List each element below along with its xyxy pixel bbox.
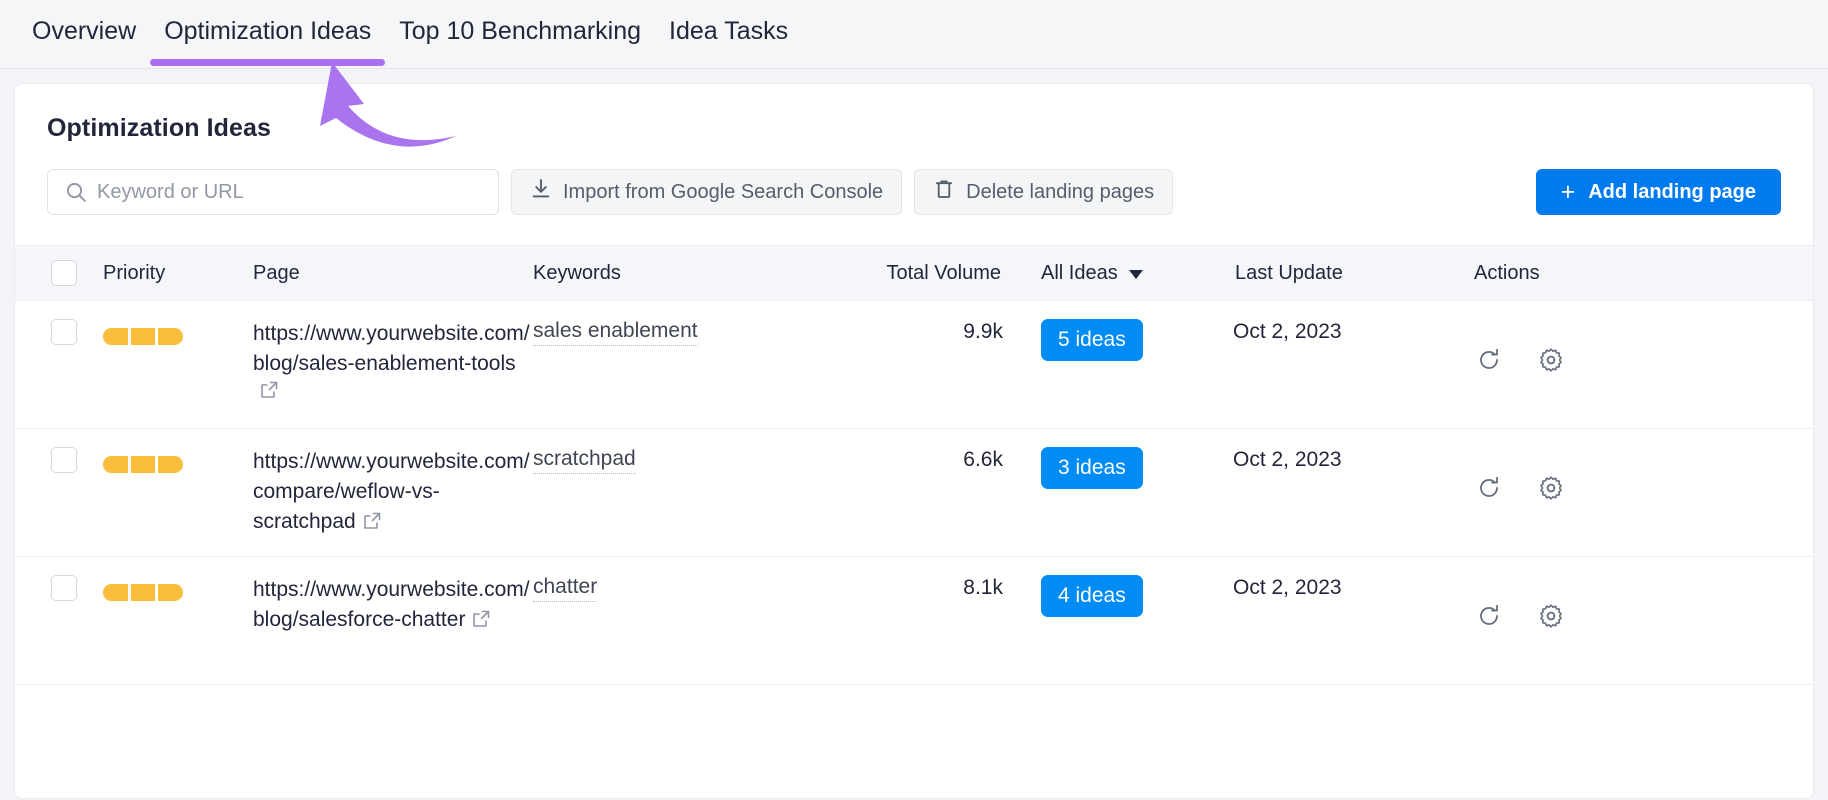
ideas-cell: 3 ideas bbox=[1003, 447, 1233, 542]
tab-optimization-ideas[interactable]: Optimization Ideas bbox=[150, 0, 386, 66]
trash-icon bbox=[933, 178, 955, 206]
search-input[interactable] bbox=[97, 180, 498, 204]
add-landing-page-button[interactable]: + Add landing page bbox=[1535, 169, 1781, 215]
table-header-row: Priority Page Keywords Total Volume All … bbox=[15, 245, 1813, 301]
priority-bar bbox=[103, 584, 184, 601]
ideas-badge[interactable]: 3 ideas bbox=[1041, 447, 1143, 489]
actions-cell bbox=[1448, 447, 1813, 542]
tab-top-10-benchmarking-label: Top 10 Benchmarking bbox=[399, 17, 642, 45]
column-header-keywords[interactable]: Keywords bbox=[533, 262, 858, 285]
priority-segment bbox=[103, 456, 128, 473]
table-row: https://www.yourwebsite.com/blog/salesfo… bbox=[15, 557, 1813, 685]
tab-idea-tasks-label: Idea Tasks bbox=[669, 17, 789, 45]
optimization-ideas-card: Optimization Ideas Import from Google Se… bbox=[14, 83, 1814, 799]
keyword-link[interactable]: sales enablement bbox=[533, 319, 698, 346]
refresh-icon[interactable] bbox=[1476, 347, 1502, 373]
priority-bar bbox=[103, 456, 184, 473]
select-all-cell bbox=[15, 260, 103, 286]
priority-segment bbox=[158, 328, 184, 345]
priority-cell bbox=[103, 319, 253, 414]
row-checkbox[interactable] bbox=[51, 319, 77, 345]
select-all-checkbox[interactable] bbox=[51, 260, 77, 286]
priority-segment bbox=[103, 584, 128, 601]
row-select-cell bbox=[15, 575, 103, 670]
keywords-cell: scratchpad bbox=[533, 447, 858, 542]
priority-segment bbox=[103, 328, 128, 345]
priority-segment bbox=[130, 328, 156, 345]
add-landing-page-label: Add landing page bbox=[1588, 180, 1756, 203]
external-link-icon[interactable] bbox=[259, 380, 279, 406]
last-update-value: Oct 2, 2023 bbox=[1233, 576, 1342, 599]
ideas-badge[interactable]: 4 ideas bbox=[1041, 575, 1143, 617]
column-header-last-update[interactable]: Last Update bbox=[1233, 262, 1448, 285]
import-button-label: Import from Google Search Console bbox=[563, 180, 884, 203]
column-header-ideas-filter: All Ideas bbox=[1003, 262, 1233, 285]
all-ideas-label: All Ideas bbox=[1041, 261, 1118, 284]
tab-overview-label: Overview bbox=[32, 17, 137, 45]
table-row: https://www.yourwebsite.com/compare/wefl… bbox=[15, 429, 1813, 557]
ideas-cell: 4 ideas bbox=[1003, 575, 1233, 670]
priority-segment bbox=[158, 584, 184, 601]
row-checkbox[interactable] bbox=[51, 447, 77, 473]
keywords-cell: chatter bbox=[533, 575, 858, 670]
keyword-link[interactable]: scratchpad bbox=[533, 447, 636, 474]
row-select-cell bbox=[15, 447, 103, 542]
column-header-total-volume[interactable]: Total Volume bbox=[858, 262, 1003, 285]
gear-icon[interactable] bbox=[1538, 475, 1564, 501]
column-header-actions: Actions bbox=[1474, 261, 1540, 284]
tab-top-10-benchmarking[interactable]: Top 10 Benchmarking bbox=[385, 0, 655, 66]
priority-cell bbox=[103, 575, 253, 670]
active-tab-underline bbox=[150, 59, 386, 66]
total-volume-value: 6.6k bbox=[963, 448, 1003, 471]
tab-bar: Overview Optimization Ideas Top 10 Bench… bbox=[0, 0, 1828, 147]
search-box[interactable] bbox=[47, 169, 499, 215]
toolbar: Import from Google Search Console Delete… bbox=[15, 169, 1813, 245]
delete-landing-pages-button[interactable]: Delete landing pages bbox=[914, 169, 1174, 215]
refresh-icon[interactable] bbox=[1476, 475, 1502, 501]
actions-cell bbox=[1448, 319, 1813, 414]
plus-icon: + bbox=[1560, 177, 1576, 206]
all-ideas-dropdown[interactable]: All Ideas bbox=[1041, 262, 1143, 285]
table-row: https://www.yourwebsite.com/blog/sales-e… bbox=[15, 301, 1813, 429]
column-header-page[interactable]: Page bbox=[253, 262, 533, 285]
external-link-icon[interactable] bbox=[362, 511, 382, 537]
search-icon bbox=[65, 181, 87, 203]
tab-idea-tasks[interactable]: Idea Tasks bbox=[655, 0, 802, 66]
actions-cell bbox=[1448, 575, 1813, 670]
optimization-ideas-table: Priority Page Keywords Total Volume All … bbox=[15, 245, 1813, 685]
last-update-value: Oct 2, 2023 bbox=[1233, 320, 1342, 343]
delete-button-label: Delete landing pages bbox=[966, 180, 1155, 203]
row-select-cell bbox=[15, 319, 103, 414]
page-url-link[interactable]: https://www.yourwebsite.com/blog/sales-e… bbox=[253, 322, 530, 375]
page-title: Optimization Ideas bbox=[47, 114, 272, 142]
priority-segment bbox=[130, 584, 156, 601]
gear-icon[interactable] bbox=[1538, 603, 1564, 629]
keyword-link[interactable]: chatter bbox=[533, 575, 598, 602]
gear-icon[interactable] bbox=[1538, 347, 1564, 373]
page-cell: https://www.yourwebsite.com/blog/salesfo… bbox=[253, 575, 533, 670]
keywords-cell: sales enablement bbox=[533, 319, 858, 414]
priority-bar bbox=[103, 328, 184, 345]
last-update-value: Oct 2, 2023 bbox=[1233, 448, 1342, 471]
priority-cell bbox=[103, 447, 253, 542]
page-cell: https://www.yourwebsite.com/blog/sales-e… bbox=[253, 319, 533, 414]
import-from-google-search-console-button[interactable]: Import from Google Search Console bbox=[511, 169, 903, 215]
total-volume-value: 8.1k bbox=[963, 576, 1003, 599]
priority-segment bbox=[158, 456, 184, 473]
ideas-cell: 5 ideas bbox=[1003, 319, 1233, 414]
page-url-link[interactable]: https://www.yourwebsite.com/compare/wefl… bbox=[253, 450, 530, 533]
column-header-priority[interactable]: Priority bbox=[103, 262, 253, 285]
total-volume-value: 9.9k bbox=[963, 320, 1003, 343]
row-checkbox[interactable] bbox=[51, 575, 77, 601]
external-link-icon[interactable] bbox=[471, 609, 491, 635]
tab-overview[interactable]: Overview bbox=[18, 0, 150, 66]
refresh-icon[interactable] bbox=[1476, 603, 1502, 629]
tab-optimization-ideas-label: Optimization Ideas bbox=[164, 17, 372, 45]
page-cell: https://www.yourwebsite.com/compare/wefl… bbox=[253, 447, 533, 542]
ideas-badge[interactable]: 5 ideas bbox=[1041, 319, 1143, 361]
priority-segment bbox=[130, 456, 156, 473]
chevron-down-icon bbox=[1128, 269, 1143, 279]
download-icon bbox=[530, 178, 552, 206]
